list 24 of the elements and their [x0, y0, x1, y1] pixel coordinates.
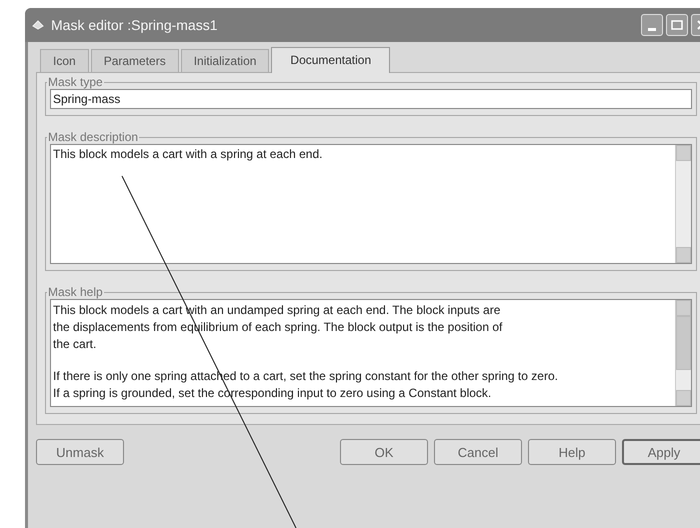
window-title: Mask editor :Spring-mass1 — [51, 17, 219, 33]
scrollbar[interactable] — [675, 300, 691, 406]
group-label: Mask help — [47, 285, 104, 299]
dialog-button[interactable]: Cancel — [434, 439, 522, 465]
mask-description-field[interactable]: This block models a cart with a spring at each end. — [50, 144, 692, 264]
tab[interactable]: Icon — [40, 49, 89, 72]
mask-help-field[interactable] — [50, 299, 692, 407]
group-label: Mask description — [47, 130, 140, 144]
dialog-button[interactable]: Help — [528, 439, 616, 465]
tab[interactable]: Initialization — [180, 49, 270, 72]
tab[interactable]: Documentation — [271, 47, 390, 73]
group-label: Mask type — [47, 75, 104, 89]
minimize-icon — [648, 28, 656, 30]
minimize-button[interactable] — [641, 14, 663, 36]
mask-type-field[interactable]: Spring-mass — [50, 89, 692, 109]
description-text: This block models a cart with a spring at each end. — [52, 146, 324, 163]
scrollbar[interactable] — [675, 145, 691, 263]
dialog-button[interactable]: OK — [340, 439, 428, 465]
dialog-button[interactable]: Apply — [622, 439, 700, 465]
app-icon — [31, 18, 45, 32]
maximize-icon — [671, 20, 683, 30]
tab[interactable]: Parameters — [90, 49, 179, 72]
dialog-button[interactable]: Unmask — [36, 439, 124, 465]
maximize-button[interactable] — [666, 14, 688, 36]
